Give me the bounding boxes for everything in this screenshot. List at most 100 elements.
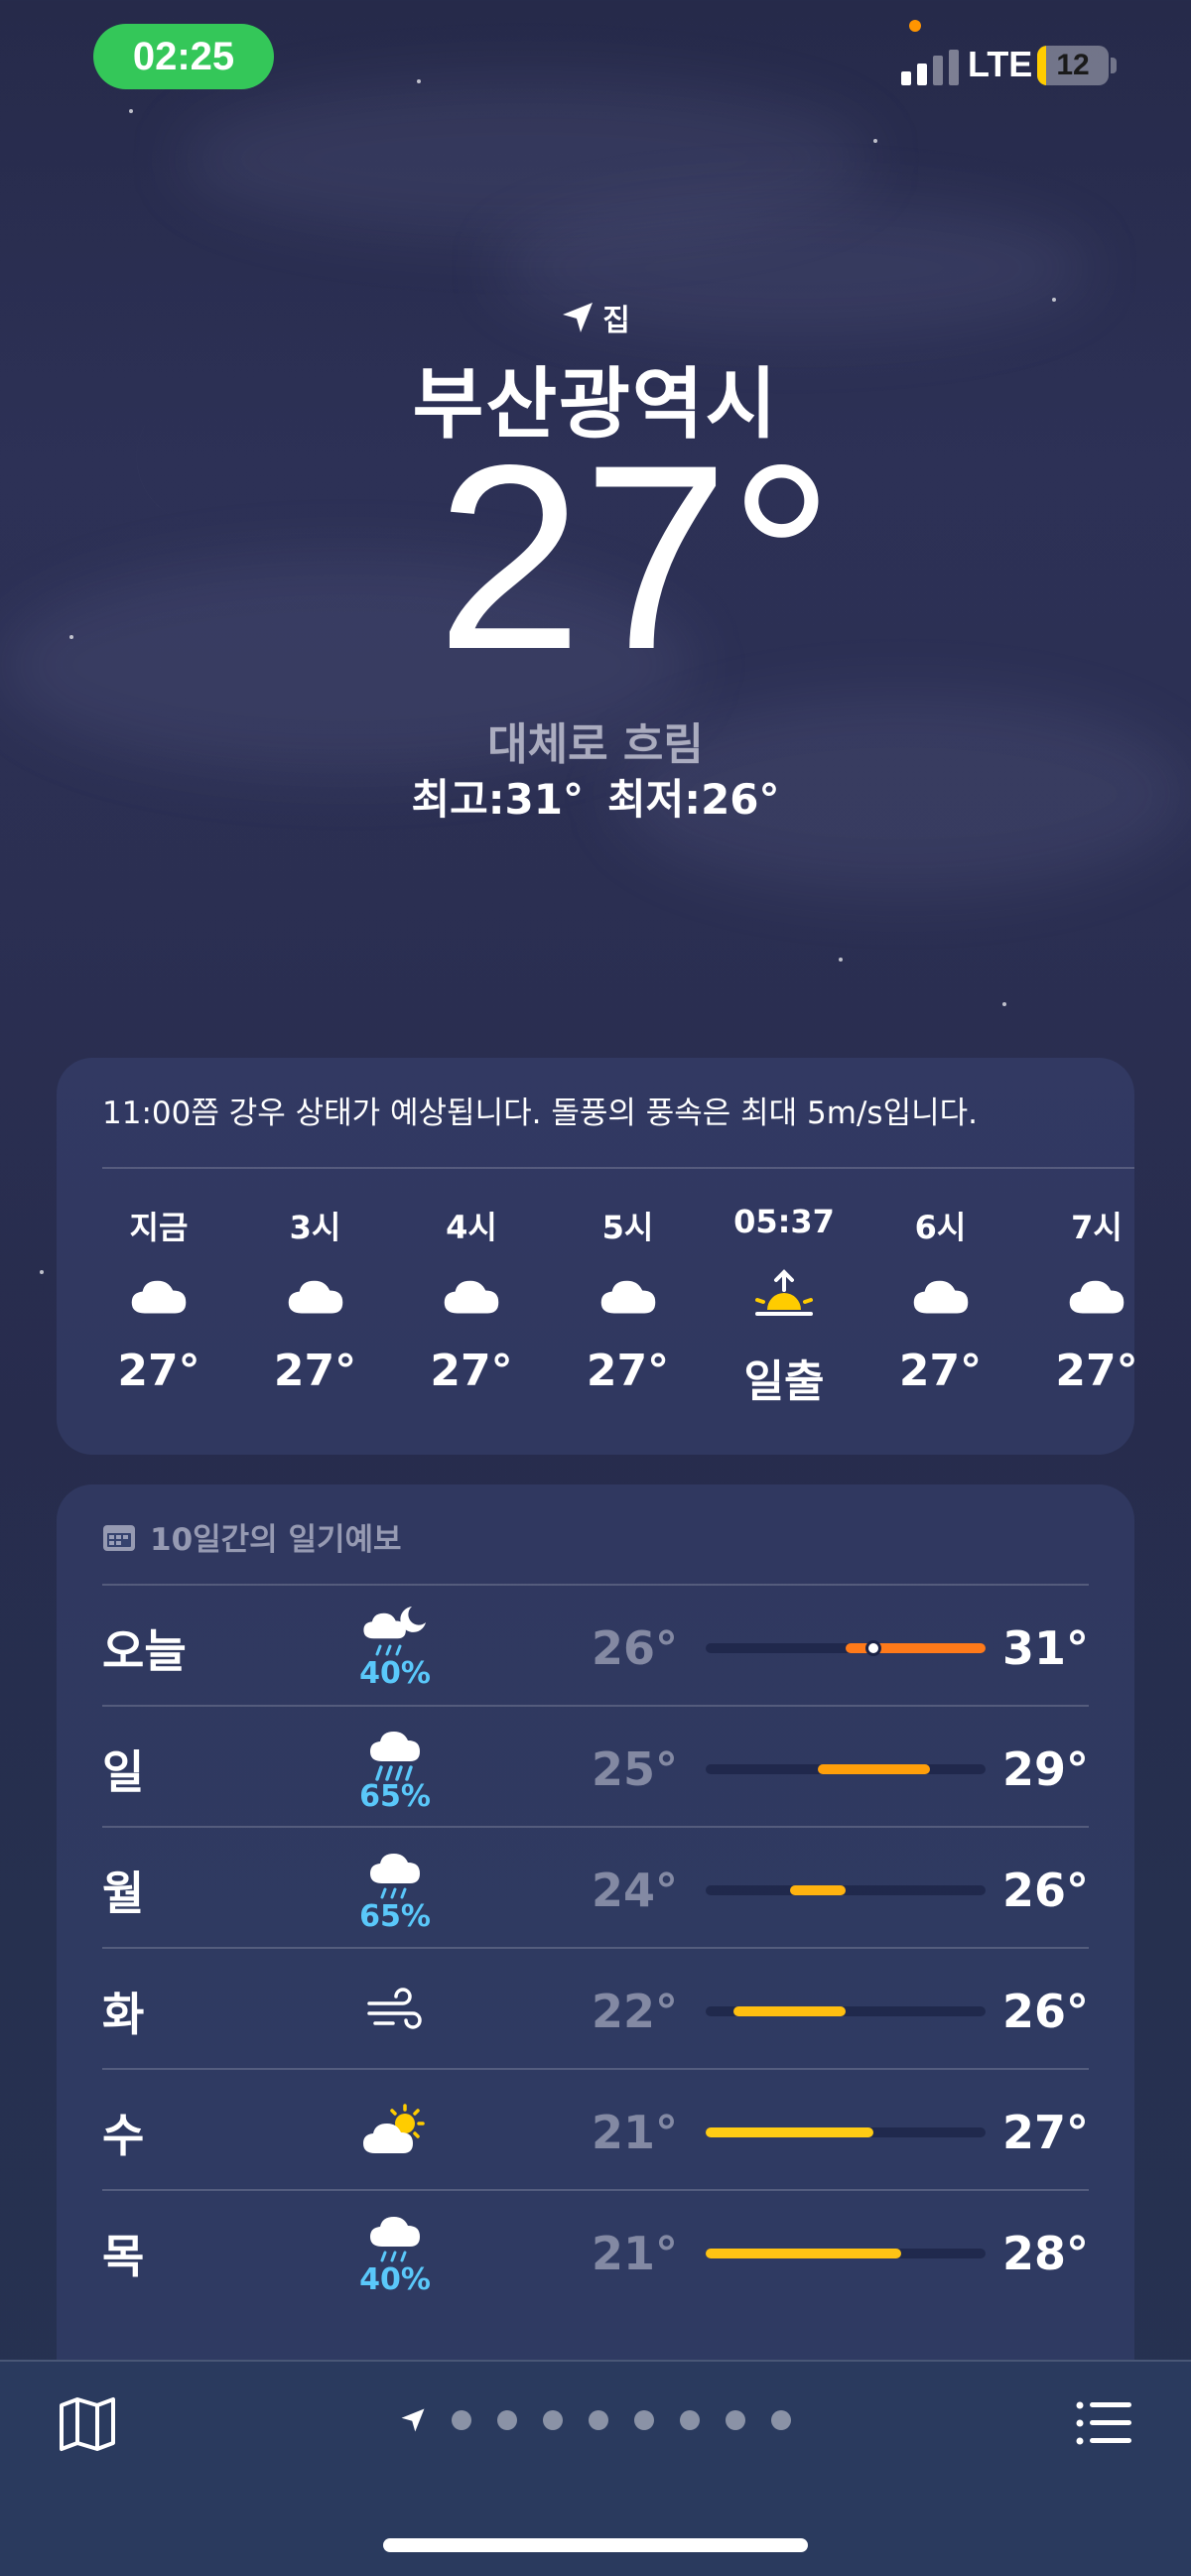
background-star — [839, 958, 843, 962]
hourly-temp: 27° — [898, 1346, 983, 1396]
day-name: 오늘 — [102, 1624, 187, 1678]
temp-range-bar — [706, 2006, 986, 2016]
hourly-item: 3시 27° — [241, 1203, 390, 1396]
hourly-item: 05:37 일출 — [710, 1203, 859, 1409]
cloud-icon — [554, 1246, 703, 1346]
cloud-rain-icon: 65% — [340, 1719, 450, 1818]
low-temp: 최저:26° — [607, 775, 780, 824]
temp-range-fill — [817, 1764, 930, 1774]
day-low-temp: 25° — [591, 1742, 678, 1796]
background-star — [873, 139, 877, 143]
privacy-indicator-dot — [909, 20, 921, 32]
temp-range-bar — [706, 1640, 986, 1656]
hourly-temp: 27° — [586, 1346, 670, 1396]
hourly-time: 6시 — [914, 1209, 967, 1246]
page-dot[interactable] — [497, 2410, 517, 2430]
precip-chance: 65% — [359, 1898, 431, 1934]
hourly-item: 5시 27° — [554, 1203, 703, 1396]
calendar-icon — [103, 1524, 135, 1551]
list-icon[interactable] — [1072, 2391, 1135, 2455]
precip-chance: 65% — [359, 1778, 431, 1814]
daily-forecast-title: 10일간의 일기예보 — [150, 1522, 402, 1558]
page-indicator[interactable] — [0, 2407, 1191, 2433]
cloud-icon — [241, 1246, 390, 1346]
temp-range-fill — [706, 2249, 902, 2258]
daily-row[interactable]: 화 22° 26° — [102, 1947, 1089, 2068]
day-name: 일 — [102, 1745, 145, 1799]
cloud-icon — [84, 1246, 233, 1346]
day-name: 월 — [102, 1867, 145, 1920]
partly-sunny-icon — [340, 2082, 450, 2181]
hourly-summary: 11:00쯤 강우 상태가 예상됩니다. 돌풍의 풍속은 최대 5m/s입니다. — [102, 1095, 978, 1131]
hourly-time: 지금 — [129, 1209, 189, 1246]
page-dot[interactable] — [589, 2410, 608, 2430]
hourly-time: 5시 — [601, 1209, 654, 1246]
precip-chance: 40% — [359, 2261, 431, 2297]
day-low-temp: 21° — [591, 2106, 678, 2159]
cloud-drizzle-icon: 40% — [340, 2203, 450, 2302]
hourly-temp: 일출 — [743, 1356, 825, 1407]
page-dot[interactable] — [634, 2410, 654, 2430]
daily-row[interactable]: 오늘 40% 26° 31° — [102, 1584, 1089, 1705]
hourly-time: 3시 — [289, 1209, 341, 1246]
day-high-temp: 28° — [1001, 2227, 1089, 2280]
signal-icon — [901, 50, 959, 85]
day-high-temp: 26° — [1001, 1985, 1089, 2038]
day-name: 수 — [102, 2109, 145, 2162]
location-arrow-icon — [563, 303, 594, 332]
hourly-item: 4시 27° — [397, 1203, 546, 1396]
daily-row[interactable]: 월 65% 24° 26° — [102, 1826, 1089, 1947]
page-dot[interactable] — [680, 2410, 700, 2430]
page-dot[interactable] — [726, 2410, 745, 2430]
hourly-item: 6시 27° — [866, 1203, 1015, 1396]
daily-row[interactable]: 수 21° 27° — [102, 2068, 1089, 2189]
temp-range-bar — [706, 2249, 986, 2258]
day-low-temp: 26° — [591, 1621, 678, 1675]
home-indicator[interactable] — [383, 2538, 808, 2552]
current-temperature: 27° — [436, 411, 835, 705]
cloud-drizzle-icon: 65% — [340, 1840, 450, 1939]
hourly-temp: 27° — [430, 1346, 513, 1396]
high-low-temps: 최고:31° 최저:26° — [0, 766, 1191, 827]
day-name: 화 — [102, 1988, 145, 2041]
cloud-icon — [1022, 1246, 1134, 1346]
hourly-time: 7시 — [1071, 1209, 1123, 1246]
current-location-row: 집 — [0, 296, 1191, 339]
battery-percent: 12 — [1056, 49, 1090, 81]
day-high-temp: 31° — [1001, 1621, 1089, 1675]
page-dot[interactable] — [771, 2410, 791, 2430]
day-high-temp: 27° — [1001, 2106, 1089, 2159]
temp-range-fill — [789, 1885, 846, 1895]
background-star — [40, 1270, 44, 1274]
daily-row[interactable]: 일 65% 25° 29° — [102, 1705, 1089, 1826]
page-dot[interactable] — [452, 2410, 471, 2430]
wind-icon — [340, 1961, 450, 2060]
hourly-item: 7시 27° — [1022, 1203, 1134, 1396]
temp-range-bar — [706, 2127, 986, 2137]
hourly-time: 05:37 — [733, 1203, 835, 1240]
cloud-icon — [866, 1246, 1015, 1346]
status-bar: 02:25 LTE 12 — [0, 0, 1191, 119]
day-low-temp: 24° — [591, 1864, 678, 1917]
day-name: 목 — [102, 2230, 145, 2283]
weather-condition: 대체로 흐림 — [487, 719, 704, 770]
precip-chance: 40% — [359, 1655, 431, 1691]
page-dot[interactable] — [543, 2410, 563, 2430]
day-high-temp: 29° — [1001, 1742, 1089, 1796]
location-arrow-icon[interactable] — [400, 2407, 426, 2433]
background-star — [1002, 1002, 1006, 1006]
network-type: LTE — [968, 44, 1033, 84]
day-high-temp: 26° — [1001, 1864, 1089, 1917]
hourly-temp: 27° — [273, 1346, 357, 1396]
high-temp: 최고:31° — [411, 775, 584, 824]
temp-range-fill — [733, 2006, 846, 2016]
location-label: 집 — [602, 304, 630, 338]
day-low-temp: 21° — [591, 2227, 678, 2280]
hourly-temp: 27° — [117, 1346, 200, 1396]
temp-range-bar — [706, 1764, 986, 1774]
daily-row[interactable]: 목 40% 21° 28° — [102, 2189, 1089, 2310]
status-time[interactable]: 02:25 — [93, 24, 274, 89]
hourly-forecast-card[interactable]: 11:00쯤 강우 상태가 예상됩니다. 돌풍의 풍속은 최대 5m/s입니다.… — [57, 1058, 1134, 1455]
hourly-time: 4시 — [446, 1209, 497, 1246]
cloud-moon-rain-icon: 40% — [340, 1598, 450, 1697]
